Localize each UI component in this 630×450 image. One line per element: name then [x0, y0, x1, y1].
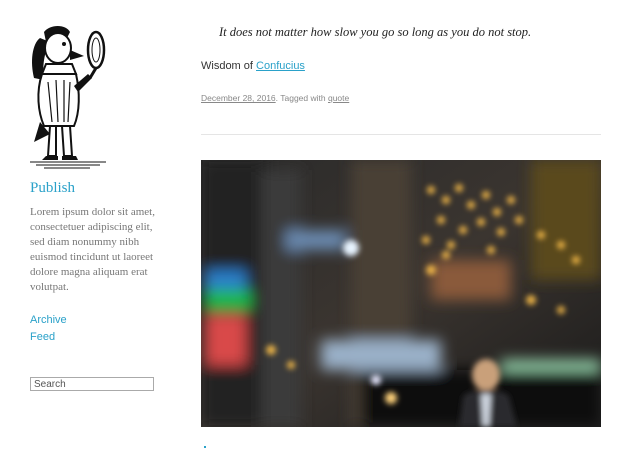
quote-text: It does not matter how slow you go so lo… [219, 25, 532, 39]
post-date-link[interactable]: December 28, 2016 [201, 93, 276, 103]
sidebar: Publish Lorem ipsum dolor sit amet, cons… [0, 0, 190, 450]
confucius-link[interactable]: Confucius [256, 60, 305, 72]
post-attribution: Wisdom of Confucius [201, 60, 305, 72]
tag-quote-link[interactable]: quote [328, 93, 349, 103]
tagged-with-text: . Tagged with [275, 93, 328, 103]
site-title[interactable]: Publish [30, 180, 75, 197]
post-separator-dot [204, 446, 206, 448]
site-description: Lorem ipsum dolor sit amet, consectetuer… [30, 206, 155, 293]
city-night-bokeh-photo [201, 160, 601, 427]
search-input[interactable] [30, 377, 154, 391]
nav-feed-link[interactable]: Feed [30, 329, 67, 346]
nav-archive-link[interactable]: Archive [30, 312, 67, 329]
attribution-prefix: Wisdom of [201, 60, 257, 72]
post-meta: December 28, 2016. Tagged with quote [201, 93, 349, 103]
sidebar-nav: Archive Feed [30, 312, 67, 346]
post-quote: It does not matter how slow you go so lo… [219, 25, 531, 40]
post-divider [201, 134, 601, 135]
gentleman-logo-icon[interactable] [26, 22, 110, 170]
